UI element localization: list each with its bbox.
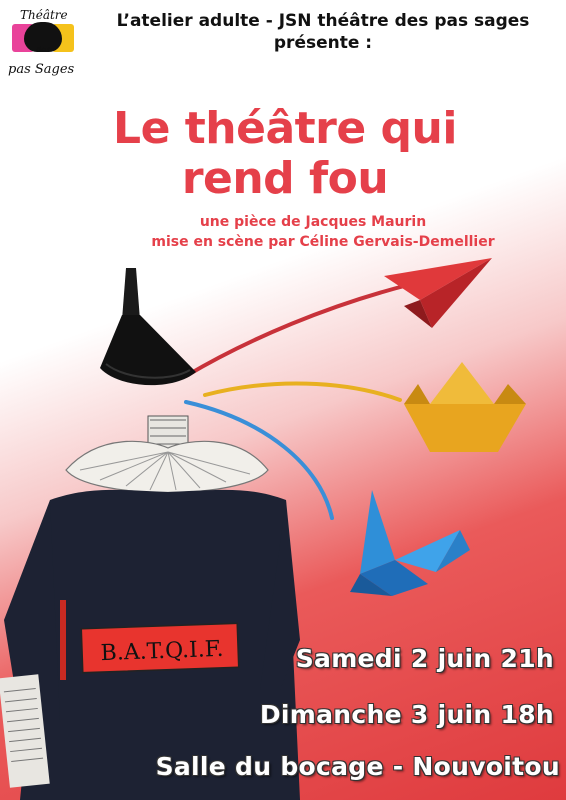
venue: Salle du bocage - Nouvoitou <box>155 752 560 781</box>
paper-crane-icon <box>350 490 470 596</box>
batqif-sign-text: B.A.T.Q.I.F. <box>100 637 224 666</box>
yellow-arc <box>203 381 402 402</box>
costume-figure <box>0 415 300 800</box>
red-arc <box>184 283 410 378</box>
funnel-icon <box>100 268 196 386</box>
poster: Théâtre des pas Sages L’atelier adulte -… <box>0 0 566 800</box>
date-sunday: Dimanche 3 juin 18h <box>259 700 554 729</box>
poster-illustration: B.A.T.Q.I.F. <box>0 258 526 800</box>
date-saturday: Samedi 2 juin 21h <box>295 644 554 673</box>
paper-boat-icon <box>404 362 526 452</box>
paper-plane-icon <box>384 258 492 328</box>
